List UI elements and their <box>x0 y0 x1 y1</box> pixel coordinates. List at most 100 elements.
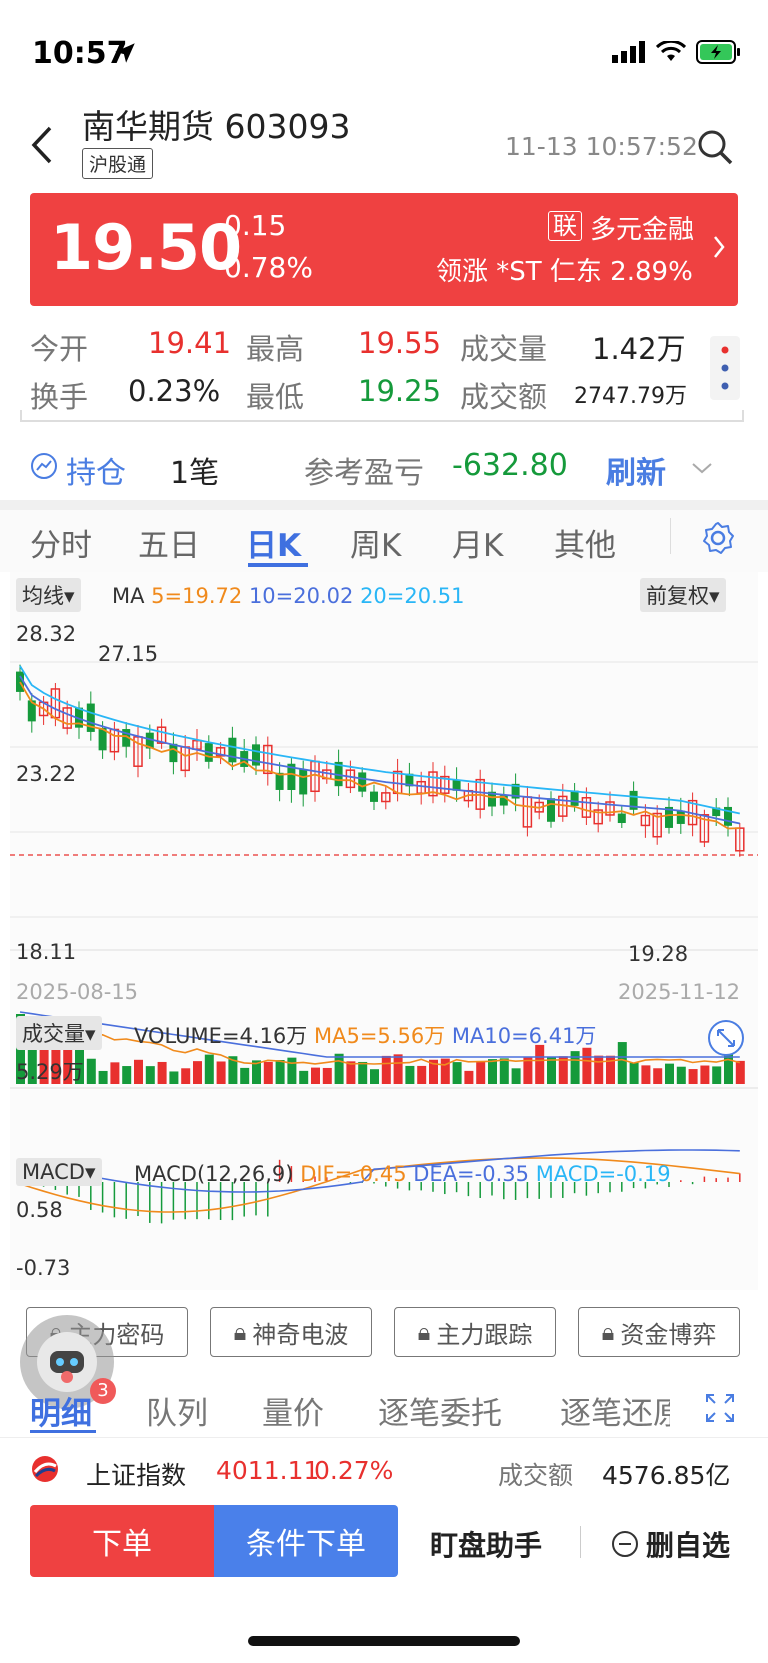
stock-title: 南华期货 603093 <box>82 100 350 148</box>
volume-bar <box>653 1068 663 1084</box>
status-icons <box>612 40 742 64</box>
volume-label: 成交量 <box>460 332 548 366</box>
tab-trade-restore[interactable]: 逐笔还原 <box>560 1388 670 1433</box>
tab-daily-k[interactable]: 日K <box>246 520 301 565</box>
ma-selector-button[interactable]: 均线▾ <box>16 578 81 612</box>
volume-bar <box>122 1066 132 1084</box>
volume-bar <box>145 1066 155 1084</box>
high-label: 最高 <box>246 332 305 366</box>
fullscreen-icon[interactable] <box>704 1392 736 1428</box>
feature-track-button[interactable]: 🔒︎ 主力跟踪 <box>394 1307 556 1357</box>
volume-bar <box>535 1044 545 1084</box>
tab-weekly-k[interactable]: 周K <box>350 520 401 565</box>
volume-bar <box>370 1069 379 1084</box>
tab-five-day[interactable]: 五日 <box>138 520 200 565</box>
tab-intraday[interactable]: 分时 <box>30 520 92 565</box>
price-axis-max: 28.32 <box>16 622 77 646</box>
volume-bar <box>499 1058 509 1084</box>
volume-bar <box>570 1051 580 1084</box>
candle-body <box>370 791 378 802</box>
active-tab-indicator <box>248 563 308 567</box>
ma5-value: 5=19.72 <box>151 584 243 608</box>
location-arrow-icon <box>112 40 138 70</box>
lock-icon: 🔒︎ <box>601 1318 615 1346</box>
stock-connect-tag: 沪股通 <box>82 148 154 179</box>
battery-icon <box>696 40 740 64</box>
volume-bar <box>216 1061 226 1084</box>
open-value: 19.41 <box>148 326 232 360</box>
signal-icon <box>612 41 645 63</box>
price-axis-mid: 23.22 <box>16 762 77 786</box>
macd-value: MACD=-0.19 <box>535 1162 671 1186</box>
peak-price-label: 27.15 <box>98 642 159 666</box>
watch-assistant-button[interactable]: 盯盘助手 <box>430 1524 542 1564</box>
ma20-value: 20=20.51 <box>360 584 465 608</box>
holding-icon <box>30 452 58 484</box>
ma-legend: MA 5=19.72 10=20.02 20=20.51 <box>112 584 465 608</box>
expand-chart-icon[interactable] <box>706 1018 746 1062</box>
tab-volume-price[interactable]: 量价 <box>262 1388 324 1433</box>
candle-body <box>617 813 626 824</box>
index-name: 上证指数 <box>86 1461 187 1490</box>
volume-ma5: MA5=5.56万 <box>313 1024 446 1048</box>
details-tab-indicator <box>30 1430 96 1433</box>
order-button[interactable]: 下单 <box>30 1505 214 1577</box>
volume-bar <box>334 1053 344 1084</box>
volume-bar <box>98 1070 108 1084</box>
volume-bar <box>358 1061 368 1084</box>
volume-bar <box>665 1063 674 1084</box>
volume-bar <box>193 1061 202 1084</box>
high-value: 19.55 <box>358 326 442 360</box>
volume-bar <box>735 1060 745 1084</box>
more-menu-icon[interactable] <box>710 336 740 400</box>
ma-selector-label: 均线 <box>22 584 64 608</box>
volume-bar <box>688 1069 698 1084</box>
chevron-down-icon[interactable] <box>690 460 714 480</box>
price-change: 0.15 <box>224 209 287 242</box>
feature-wave-button[interactable]: 🔒︎ 神奇电波 <box>210 1307 372 1357</box>
home-indicator <box>248 1636 520 1646</box>
volume-bar <box>440 1058 450 1084</box>
volume-bar <box>204 1054 214 1084</box>
refresh-button[interactable]: 刷新 <box>606 448 666 492</box>
volume-bar <box>417 1065 427 1084</box>
volume-bar <box>181 1068 191 1084</box>
stock-name: 南华期货 <box>82 107 214 146</box>
conditional-order-button[interactable]: 条件下单 <box>214 1505 398 1577</box>
volume-bar <box>346 1061 356 1084</box>
amount-value: 2747.79万 <box>574 384 687 409</box>
caret-down-icon: ▾ <box>709 584 720 608</box>
holding-label[interactable]: 持仓 <box>66 448 126 492</box>
volume-ma10: MA10=6.41万 <box>451 1024 597 1048</box>
volume-bar <box>110 1062 120 1084</box>
volume-bar <box>322 1067 332 1084</box>
volume-bar <box>393 1054 403 1084</box>
macd-legend: MACD(12,26,9) DIF=-0.45 DEA=-0.35 MACD=-… <box>134 1162 671 1186</box>
volume-bar <box>700 1065 710 1084</box>
adjust-selector-button[interactable]: 前复权▾ <box>640 578 726 612</box>
volume-bar <box>676 1066 686 1084</box>
remove-watchlist-button[interactable]: 删自选 <box>610 1524 730 1564</box>
back-button[interactable] <box>28 122 58 168</box>
tab-other[interactable]: 其他 <box>554 520 616 565</box>
lock-icon: 🔒︎ <box>233 1318 247 1346</box>
board-leader: 领涨 *ST 仁东 2.89% <box>436 257 693 287</box>
settings-gear-icon[interactable] <box>700 520 736 560</box>
feature-fund-button[interactable]: 🔒︎ 资金博弈 <box>578 1307 740 1357</box>
search-icon[interactable] <box>696 128 734 170</box>
tab-order-by-order[interactable]: 逐笔委托 <box>378 1388 502 1433</box>
volume-bar <box>134 1059 143 1084</box>
quote-banner[interactable]: 19.50 0.15 0.78% 联 多元金融 领涨 *ST 仁东 2.89% <box>30 193 738 306</box>
tab-monthly-k[interactable]: 月K <box>452 520 503 565</box>
adjust-selector-label: 前复权 <box>646 584 709 608</box>
price-change-pct: 0.78% <box>224 251 313 284</box>
pnl-label: 参考盈亏 <box>304 456 424 491</box>
tab-details[interactable]: 明细 <box>30 1388 92 1433</box>
volume-bar <box>464 1070 474 1084</box>
volume-selector-button[interactable]: 成交量▾ <box>16 1016 102 1050</box>
volume-bar <box>452 1062 462 1084</box>
macd-dea: DEA=-0.35 <box>413 1162 529 1186</box>
tab-queue[interactable]: 队列 <box>146 1388 208 1433</box>
macd-selector-button[interactable]: MACD▾ <box>16 1158 102 1186</box>
caret-down-icon: ▾ <box>84 1160 96 1184</box>
